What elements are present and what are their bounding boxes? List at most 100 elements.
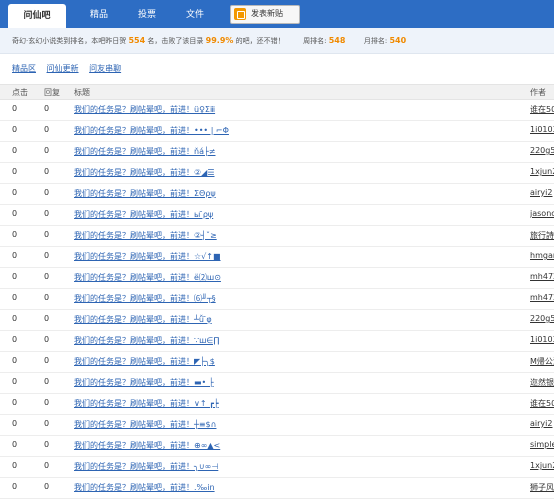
row-clicks: 0 [12,293,18,302]
thread-author-link[interactable]: 220g5 [530,314,554,323]
row-replies: 0 [44,209,50,218]
thread-title-link[interactable]: 我们的任务是？刷帖晕吧，前进！◤├╮$ [74,356,215,367]
row-clicks: 0 [12,230,18,239]
row-replies: 0 [44,419,50,428]
table-row: 0 0 我们的任务是？刷帖晕吧，前进！∨↑ ┏┝ 谁在50 [0,393,554,415]
row-replies: 0 [44,125,50,134]
row-clicks: 0 [12,104,18,113]
thread-author-link[interactable]: 1xjun2 [530,461,554,470]
thread-author-link[interactable]: 狮子风 [530,482,554,493]
tab-wenxianba[interactable]: 问仙吧 [8,4,66,28]
row-clicks: 0 [12,125,18,134]
thread-author-link[interactable]: airyi2 [530,188,554,197]
row-clicks: 0 [12,314,18,323]
thread-title-link[interactable]: 我们的任务是？刷帖晕吧，前进！┼≡$∩ [74,419,216,430]
row-replies: 0 [44,482,50,491]
thread-title-link[interactable]: 我们的任务是？刷帖晕吧，前进！••• | ⌐Φ [74,125,229,136]
row-clicks: 0 [12,146,18,155]
thread-title-link[interactable]: 我们的任务是？刷帖晕吧，前进！②┤ˇ≥ [74,230,217,241]
thread-title-link[interactable]: 我们的任务是？刷帖晕吧，前进！⊕∞▲< [74,440,220,451]
table-row: 0 0 我们的任务是？刷帖晕吧，前进！▬• ├ 迩然银 [0,372,554,394]
table-row: 0 0 我们的任务是？刷帖晕吧，前进！②◢☰ 1xjun2 [0,162,554,184]
table-row: 0 0 我们的任务是？刷帖晕吧，前进！.‰in 狮子风 [0,477,554,499]
table-row: 0 0 我们的任务是？刷帖晕吧，前进！ňá├≠ 220g5 [0,141,554,163]
table-row: 0 0 我们的任务是？刷帖晕吧，前进！ё⑵ш⊙ mh4723 [0,267,554,289]
thread-author-link[interactable]: M帰公法 [530,356,554,367]
header-replies: 回复 [44,88,60,97]
thread-title-link[interactable]: 我们的任务是？刷帖晕吧，前进！╮∪∞⊣ [74,461,218,472]
row-replies: 0 [44,335,50,344]
thread-title-link[interactable]: 我们的任务是？刷帖晕吧，前进！☆√↑■ [74,251,221,262]
row-clicks: 0 [12,398,18,407]
thread-author-link[interactable]: 旅行詩 [530,230,554,241]
thread-author-link[interactable]: hmgang [530,251,554,260]
thread-author-link[interactable]: 220g5 [530,146,554,155]
thread-title-link[interactable]: 我们的任务是？刷帖晕吧，前进！∵ш∈∏ [74,335,219,346]
row-replies: 0 [44,314,50,323]
header-title: 标题 [74,88,90,97]
thread-title-link[interactable]: 我们的任务是？刷帖晕吧，前进！▬• ├ [74,377,214,388]
table-row: 0 0 我们的任务是？刷帖晕吧，前进！⑹╜┬§ mh4723 [0,288,554,310]
thread-title-link[interactable]: 我们的任务是？刷帖晕吧，前进！.‰in [74,482,215,493]
thread-author-link[interactable]: airyi2 [530,419,554,428]
thread-title-link[interactable]: 我们的任务是？刷帖晕吧，前进！ňá├≠ [74,146,216,157]
row-replies: 0 [44,440,50,449]
row-replies: 0 [44,167,50,176]
tab-toupiao[interactable]: 投票 [138,7,156,20]
row-clicks: 0 [12,461,18,470]
thread-title-link[interactable]: 我们的任务是？刷帖晕吧，前进！┴ǚ ̄φ [74,314,212,325]
new-post-icon [234,8,246,20]
row-clicks: 0 [12,482,18,491]
header-clicks: 点击 [12,88,28,97]
thread-author-link[interactable]: 谁在50 [530,398,554,409]
filter-chat[interactable]: 问友串聊 [89,64,121,73]
thread-title-link[interactable]: 我们的任务是？刷帖晕吧，前进！ü♀Σⅲ [74,104,215,115]
thread-author-link[interactable]: jasonc [530,209,554,218]
table-row: 0 0 我们的任务是？刷帖晕吧，前进！••• | ⌐Φ 1i0103 [0,120,554,142]
row-replies: 0 [44,251,50,260]
tab-jingpin[interactable]: 精品 [90,7,108,20]
row-replies: 0 [44,356,50,365]
tab-wenjian[interactable]: 文件 [186,7,204,20]
thread-author-link[interactable]: 迩然银 [530,377,554,388]
rank-bar: 奇幻·玄幻小说类到排名，本吧昨日贺 554 名，击败了该目录 99.9% 的吧，… [0,28,554,54]
table-row: 0 0 我们的任务是？刷帖晕吧，前进！◤├╮$ M帰公法 [0,351,554,373]
table-row: 0 0 我们的任务是？刷帖晕吧，前进！╮∪∞⊣ 1xjun2 [0,456,554,478]
row-clicks: 0 [12,419,18,428]
thread-author-link[interactable]: mh4723 [530,293,554,302]
new-post-button[interactable]: 发表新贴 [230,5,300,24]
thread-title-link[interactable]: 我们的任务是？刷帖晕吧，前进！ΣΘρψ [74,188,216,199]
thread-title-link[interactable]: 我们的任务是？刷帖晕吧，前进！⑹╜┬§ [74,293,216,304]
row-clicks: 0 [12,251,18,260]
filter-links: 精品区 问仙更新 问友串聊 [12,63,129,74]
table-row: 0 0 我们的任务是？刷帖晕吧，前进！②┤ˇ≥ 旅行詩 [0,225,554,247]
row-clicks: 0 [12,377,18,386]
row-replies: 0 [44,146,50,155]
table-row: 0 0 我们的任务是？刷帖晕吧，前进！ΣΘρψ airyi2 [0,183,554,205]
filter-update[interactable]: 问仙更新 [47,64,79,73]
row-replies: 0 [44,461,50,470]
thread-author-link[interactable]: 1i0103 [530,125,554,134]
row-replies: 0 [44,377,50,386]
table-row: 0 0 我们的任务是？刷帖晕吧，前进！ы ̄ρψ jasonc [0,204,554,226]
thread-title-link[interactable]: 我们的任务是？刷帖晕吧，前进！∨↑ ┏┝ [74,398,219,409]
thread-author-link[interactable]: 1xjun2 [530,167,554,176]
row-replies: 0 [44,230,50,239]
thread-author-link[interactable]: 谁在50 [530,104,554,115]
row-clicks: 0 [12,440,18,449]
thread-title-link[interactable]: 我们的任务是？刷帖晕吧，前进！ы ̄ρψ [74,209,213,220]
new-post-label: 发表新贴 [251,9,283,18]
thread-author-link[interactable]: simple [530,440,554,449]
header-author: 作者 [530,88,546,97]
thread-author-link[interactable]: 1i0103 [530,335,554,344]
row-replies: 0 [44,398,50,407]
table-row: 0 0 我们的任务是？刷帖晕吧，前进！⊕∞▲< simple [0,435,554,457]
filter-jingpin[interactable]: 精品区 [12,64,36,73]
table-header: 点击 回复 标题 作者 [0,84,554,100]
thread-title-link[interactable]: 我们的任务是？刷帖晕吧，前进！②◢☰ [74,167,215,178]
thread-title-link[interactable]: 我们的任务是？刷帖晕吧，前进！ё⑵ш⊙ [74,272,221,283]
row-clicks: 0 [12,272,18,281]
table-row: 0 0 我们的任务是？刷帖晕吧，前进！☆√↑■ hmgang [0,246,554,268]
thread-author-link[interactable]: mh4723 [530,272,554,281]
row-replies: 0 [44,104,50,113]
